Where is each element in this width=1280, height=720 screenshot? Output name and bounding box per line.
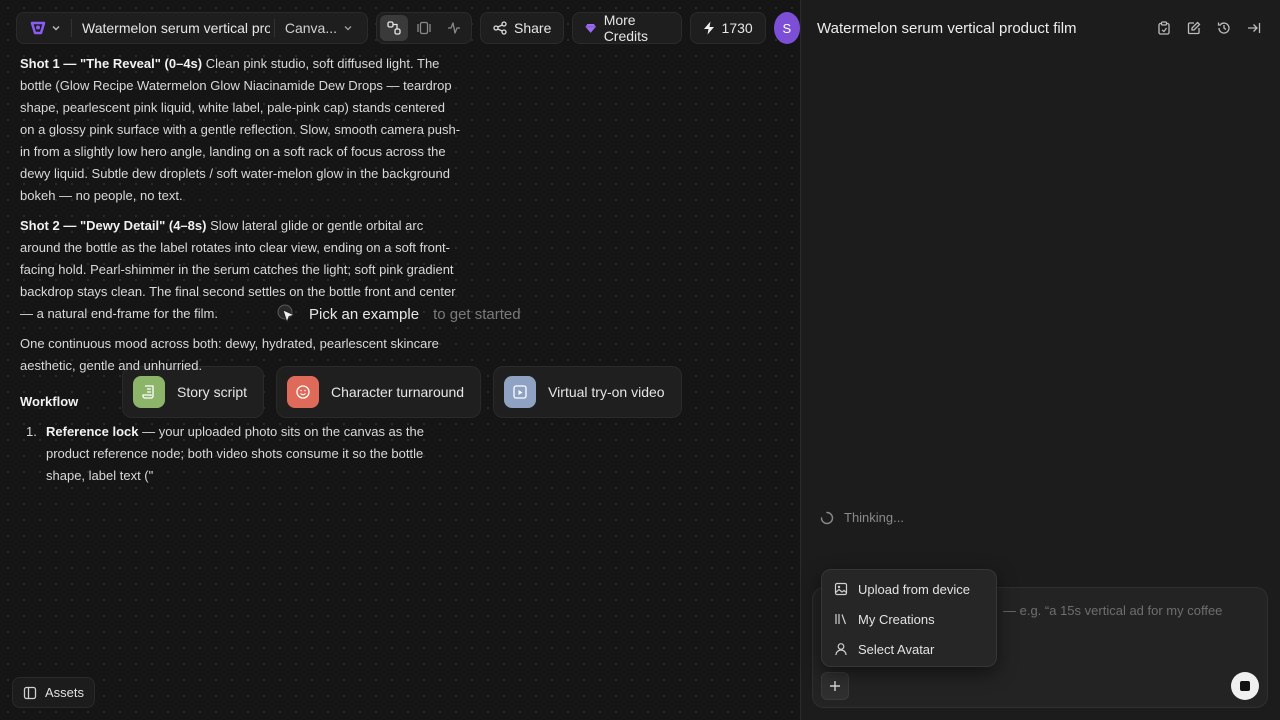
menu-item-label: Select Avatar xyxy=(858,641,935,657)
panel-header: Watermelon serum vertical product film xyxy=(801,0,1280,56)
chevron-down-icon xyxy=(344,26,352,31)
sidebar-icon xyxy=(23,686,37,699)
workflow-list-item: 1. Reference lock — your uploaded photo … xyxy=(20,421,462,487)
node-mode-button[interactable] xyxy=(380,15,408,41)
assets-label: Assets xyxy=(45,685,85,700)
shot-1-paragraph: Shot 1 — "The Reveal" (0–4s) Clean pink … xyxy=(20,53,462,207)
credit-balance[interactable]: 1730 xyxy=(689,12,766,44)
history-icon xyxy=(1217,22,1230,34)
app-menu-button[interactable] xyxy=(23,16,67,40)
shot-2-title: Shot 2 — "Dewy Detail" (4–8s) xyxy=(20,218,207,233)
history-button[interactable] xyxy=(1214,18,1234,38)
more-credits-label: More Credits xyxy=(603,12,649,44)
attachment-menu: Upload from device My Creations Select A… xyxy=(821,569,997,667)
chevron-down-icon xyxy=(52,26,60,31)
spinner-icon xyxy=(820,511,834,524)
workflow-heading: Workflow xyxy=(20,394,79,409)
assistant-message: Shot 1 — "The Reveal" (0–4s) Clean pink … xyxy=(20,53,462,487)
avatar[interactable]: S xyxy=(773,12,800,44)
menu-item-upload[interactable]: Upload from device xyxy=(822,574,996,604)
share-button[interactable]: Share xyxy=(480,12,565,44)
copy-button[interactable] xyxy=(1154,18,1174,38)
share-icon xyxy=(493,21,507,35)
workflow-item-title: Reference lock xyxy=(46,424,139,439)
thinking-indicator: Thinking... xyxy=(820,510,904,525)
workflow-item-body: Reference lock — your uploaded photo sit… xyxy=(46,421,462,487)
plus-icon xyxy=(830,681,840,691)
nodes-icon xyxy=(387,21,401,35)
activity-mode-button[interactable] xyxy=(440,15,468,41)
mood-paragraph: One continuous mood across both: dewy, h… xyxy=(20,336,439,373)
thinking-label: Thinking... xyxy=(844,510,904,525)
project-title-input[interactable]: Watermelon serum vertical product film xyxy=(76,20,270,36)
shot-1-title: Shot 1 — "The Reveal" (0–4s) xyxy=(20,56,203,71)
example-virtual-try-on[interactable]: Virtual try-on video xyxy=(493,366,682,418)
menu-item-label: Upload from device xyxy=(858,581,970,597)
stop-button[interactable] xyxy=(1231,672,1259,700)
logo-icon xyxy=(30,21,46,35)
example-icon-bg xyxy=(504,376,537,408)
menu-item-label: My Creations xyxy=(858,611,935,627)
activity-icon xyxy=(448,22,460,34)
menu-item-my-creations[interactable]: My Creations xyxy=(822,604,996,634)
credit-count: 1730 xyxy=(721,20,753,36)
panel-mode-button[interactable] xyxy=(410,15,438,41)
add-attachment-button[interactable] xyxy=(821,672,849,700)
menu-item-select-avatar[interactable]: Select Avatar xyxy=(822,634,996,664)
assets-button[interactable]: Assets xyxy=(12,677,96,708)
collapse-panel-button[interactable] xyxy=(1244,18,1264,38)
composer-placeholder: — e.g. “a 15s vertical ad for my coffee xyxy=(1003,603,1223,618)
panel-header-actions xyxy=(1154,18,1264,38)
project-selector: Watermelon serum vertical product film C… xyxy=(16,12,368,44)
image-upload-icon xyxy=(834,582,848,596)
divider xyxy=(273,19,275,37)
view-selector-label: Canva... xyxy=(284,20,337,36)
lightning-icon xyxy=(703,21,714,35)
user-icon xyxy=(835,643,847,656)
stop-icon xyxy=(1240,681,1250,691)
divider xyxy=(71,19,72,37)
top-toolbar: Watermelon serum vertical product film C… xyxy=(16,12,800,44)
video-image-icon xyxy=(513,385,527,399)
library-icon xyxy=(835,614,847,625)
example-label: Virtual try-on video xyxy=(548,384,665,400)
workflow-item-number: 1. xyxy=(26,424,37,439)
collapse-right-icon xyxy=(1248,23,1261,33)
shot-2-text: Slow lateral glide or gentle orbital arc… xyxy=(20,218,456,321)
edit-icon xyxy=(1187,21,1201,35)
more-credits-button[interactable]: More Credits xyxy=(572,12,682,44)
shot-1-text: Clean pink studio, soft diffused light. … xyxy=(20,56,461,203)
share-label: Share xyxy=(514,20,552,36)
mode-switcher xyxy=(376,12,472,44)
clipboard-icon xyxy=(1158,21,1170,35)
shot-2-paragraph: Shot 2 — "Dewy Detail" (4–8s) Slow later… xyxy=(20,215,462,325)
gem-icon xyxy=(585,23,597,33)
edit-button[interactable] xyxy=(1184,18,1204,38)
panel-title: Watermelon serum vertical product film xyxy=(817,19,1077,37)
columns-icon xyxy=(417,21,431,35)
view-selector[interactable]: Canva... xyxy=(279,20,361,36)
